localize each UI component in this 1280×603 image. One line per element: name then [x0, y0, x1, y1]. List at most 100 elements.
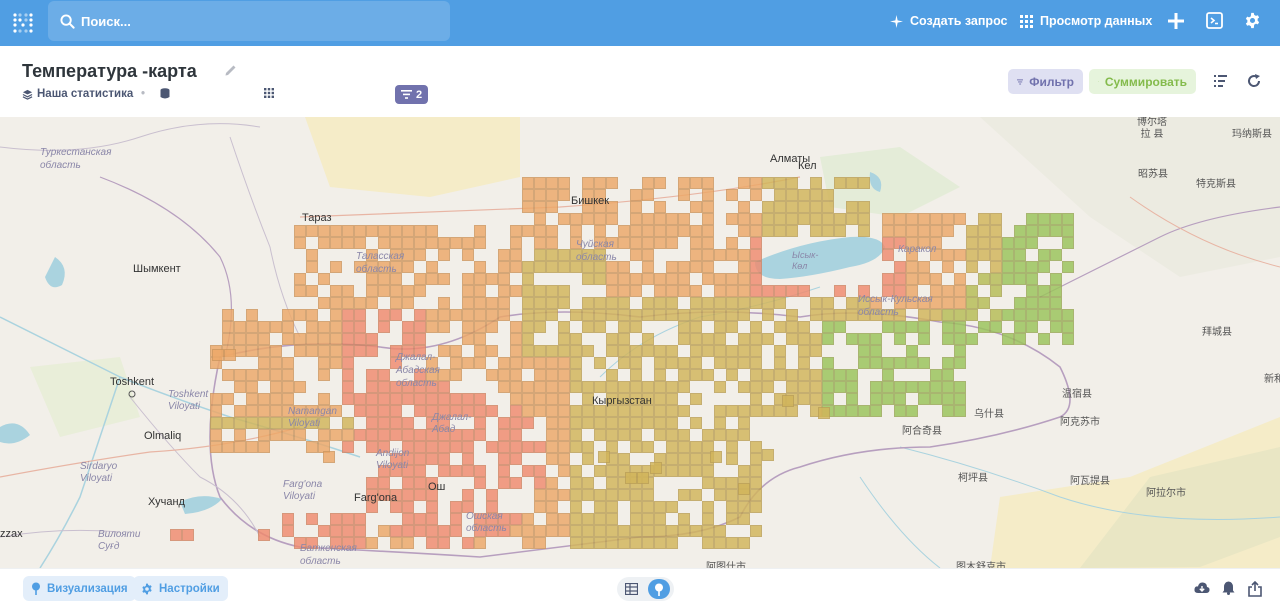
heat-cell[interactable] — [330, 261, 342, 273]
heat-cell[interactable] — [606, 489, 618, 501]
heat-cell[interactable] — [366, 477, 378, 489]
heat-cell[interactable] — [558, 525, 570, 537]
heat-cell[interactable] — [654, 345, 666, 357]
heat-cell[interactable] — [486, 345, 498, 357]
heat-cell[interactable] — [918, 321, 930, 333]
heat-cell[interactable] — [654, 381, 666, 393]
heat-cell[interactable] — [582, 297, 594, 309]
heat-cell[interactable] — [318, 525, 330, 537]
heat-cell[interactable] — [702, 201, 714, 213]
heat-cell[interactable] — [714, 381, 726, 393]
heat-cell[interactable] — [534, 357, 546, 369]
heat-cell[interactable] — [462, 321, 474, 333]
heat-cell[interactable] — [714, 321, 726, 333]
heat-cell[interactable] — [822, 321, 834, 333]
heat-cell[interactable] — [637, 472, 649, 484]
heat-cell[interactable] — [702, 237, 714, 249]
heat-cell[interactable] — [906, 273, 918, 285]
heat-cell[interactable] — [594, 297, 606, 309]
heat-cell[interactable] — [546, 261, 558, 273]
heat-cell[interactable] — [966, 285, 978, 297]
heat-cell[interactable] — [750, 273, 762, 285]
heat-cell[interactable] — [390, 393, 402, 405]
heat-cell[interactable] — [1026, 225, 1038, 237]
heat-cell[interactable] — [558, 321, 570, 333]
heat-cell[interactable] — [546, 225, 558, 237]
heat-cell[interactable] — [894, 405, 906, 417]
heat-cell[interactable] — [846, 405, 858, 417]
heat-cell[interactable] — [342, 225, 354, 237]
heat-cell[interactable] — [678, 405, 690, 417]
heat-cell[interactable] — [642, 501, 654, 513]
heat-cell[interactable] — [546, 501, 558, 513]
heat-cell[interactable] — [522, 201, 534, 213]
heat-cell[interactable] — [258, 441, 270, 453]
heat-cell[interactable] — [702, 501, 714, 513]
heat-cell[interactable] — [654, 213, 666, 225]
heat-cell[interactable] — [546, 345, 558, 357]
heat-cell[interactable] — [426, 321, 438, 333]
heat-cell[interactable] — [990, 309, 1002, 321]
heat-cell[interactable] — [558, 429, 570, 441]
heat-cell[interactable] — [690, 201, 702, 213]
filter-count-badge[interactable]: 2 — [395, 85, 428, 104]
heat-cell[interactable] — [558, 345, 570, 357]
collection-breadcrumb[interactable]: Наша статистика — [22, 88, 133, 100]
heat-cell[interactable] — [894, 333, 906, 345]
heat-cell[interactable] — [990, 285, 1002, 297]
heat-cell[interactable] — [906, 381, 918, 393]
heat-cell[interactable] — [258, 405, 270, 417]
heat-cell[interactable] — [402, 285, 414, 297]
heat-cell[interactable] — [642, 381, 654, 393]
heat-cell[interactable] — [726, 273, 738, 285]
heat-cell[interactable] — [846, 333, 858, 345]
heat-cell[interactable] — [570, 525, 582, 537]
heat-cell[interactable] — [462, 465, 474, 477]
heat-cell[interactable] — [642, 441, 654, 453]
heat-cell[interactable] — [498, 477, 510, 489]
heat-cell[interactable] — [894, 321, 906, 333]
heat-cell[interactable] — [942, 333, 954, 345]
heat-cell[interactable] — [822, 309, 834, 321]
heat-cell[interactable] — [546, 177, 558, 189]
heat-cell[interactable] — [1026, 309, 1038, 321]
heat-cell[interactable] — [510, 417, 522, 429]
heat-cell[interactable] — [642, 345, 654, 357]
heat-cell[interactable] — [678, 369, 690, 381]
heat-cell[interactable] — [246, 309, 258, 321]
heat-cell[interactable] — [774, 285, 786, 297]
heat-cell[interactable] — [594, 429, 606, 441]
heat-cell[interactable] — [750, 405, 762, 417]
heat-cell[interactable] — [678, 321, 690, 333]
table-grid-icon[interactable] — [264, 88, 274, 98]
heat-cell[interactable] — [354, 225, 366, 237]
heat-cell[interactable] — [858, 225, 870, 237]
heat-cell[interactable] — [534, 189, 546, 201]
heat-cell[interactable] — [462, 309, 474, 321]
heat-cell[interactable] — [858, 333, 870, 345]
heat-cell[interactable] — [870, 381, 882, 393]
heat-cell[interactable] — [210, 429, 222, 441]
heat-cell[interactable] — [182, 529, 194, 541]
heat-cell[interactable] — [546, 405, 558, 417]
heat-cell[interactable] — [678, 261, 690, 273]
heat-cell[interactable] — [570, 381, 582, 393]
heat-cell[interactable] — [414, 285, 426, 297]
heat-cell[interactable] — [702, 225, 714, 237]
heat-cell[interactable] — [630, 537, 642, 549]
heat-cell[interactable] — [318, 393, 330, 405]
heat-cell[interactable] — [486, 489, 498, 501]
heat-cell[interactable] — [414, 489, 426, 501]
heat-cell[interactable] — [522, 537, 534, 549]
heat-cell[interactable] — [666, 501, 678, 513]
heat-cell[interactable] — [834, 321, 846, 333]
sql-editor-icon[interactable] — [1206, 12, 1224, 30]
heat-cell[interactable] — [234, 381, 246, 393]
heat-cell[interactable] — [738, 285, 750, 297]
heat-cell[interactable] — [534, 321, 546, 333]
heat-cell[interactable] — [438, 273, 450, 285]
heat-cell[interactable] — [690, 453, 702, 465]
heat-cell[interactable] — [738, 501, 750, 513]
heat-cell[interactable] — [414, 525, 426, 537]
download-icon[interactable] — [1194, 581, 1210, 597]
